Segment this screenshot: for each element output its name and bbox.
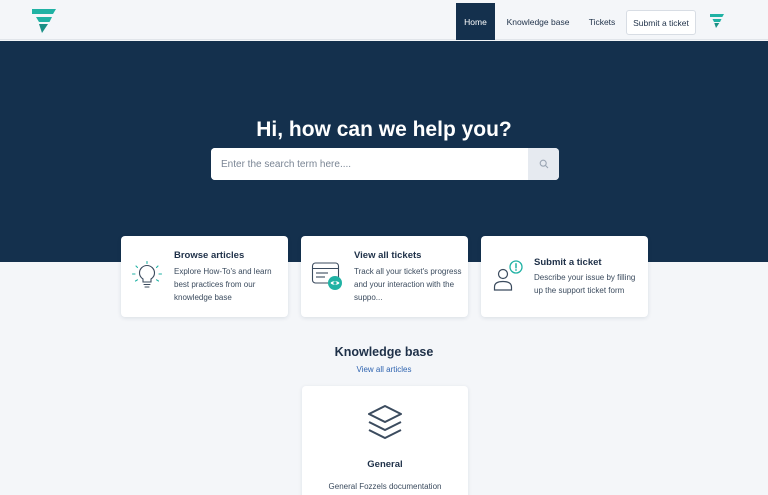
ticket-view-icon bbox=[311, 262, 342, 290]
layers-icon bbox=[368, 405, 402, 439]
nav-home[interactable]: Home bbox=[456, 3, 495, 40]
brand-logo[interactable] bbox=[30, 8, 58, 34]
view-all-articles-link[interactable]: View all articles bbox=[0, 365, 768, 374]
search-icon bbox=[539, 159, 548, 169]
user-avatar-icon[interactable] bbox=[709, 13, 725, 29]
lightbulb-icon bbox=[131, 260, 163, 288]
card-view-tickets[interactable]: View all tickets Track all your ticket's… bbox=[301, 236, 468, 317]
nav-knowledge-base[interactable]: Knowledge base bbox=[502, 3, 574, 40]
user-alert-icon bbox=[493, 260, 523, 291]
card-submit-ticket[interactable]: Submit a ticket Describe your issue by f… bbox=[481, 236, 648, 317]
section-title: Knowledge base bbox=[334, 345, 434, 359]
nav-tickets[interactable]: Tickets bbox=[583, 3, 621, 40]
submit-ticket-button[interactable]: Submit a ticket bbox=[626, 10, 696, 35]
card-title: Browse articles bbox=[174, 250, 245, 261]
card-title: Submit a ticket bbox=[534, 257, 602, 268]
card-title: View all tickets bbox=[354, 250, 422, 261]
category-title: General bbox=[367, 459, 403, 470]
search-bar bbox=[211, 148, 559, 180]
category-card-general[interactable]: General General Fozzels documentation bbox=[302, 386, 468, 495]
card-description: Describe your issue by filling up the su… bbox=[534, 273, 636, 295]
search-button[interactable] bbox=[528, 148, 559, 180]
card-description: Track all your ticket's progress and you… bbox=[354, 267, 462, 302]
card-browse-articles[interactable]: Browse articles Explore How-To's and lea… bbox=[121, 236, 288, 317]
card-description: Explore How-To's and learn best practice… bbox=[174, 267, 272, 302]
category-description: General Fozzels documentation bbox=[328, 482, 442, 491]
top-bar: Home Knowledge base Tickets Submit a tic… bbox=[0, 0, 768, 40]
search-input[interactable] bbox=[211, 148, 529, 180]
hero-title: Hi, how can we help you? bbox=[256, 118, 512, 141]
